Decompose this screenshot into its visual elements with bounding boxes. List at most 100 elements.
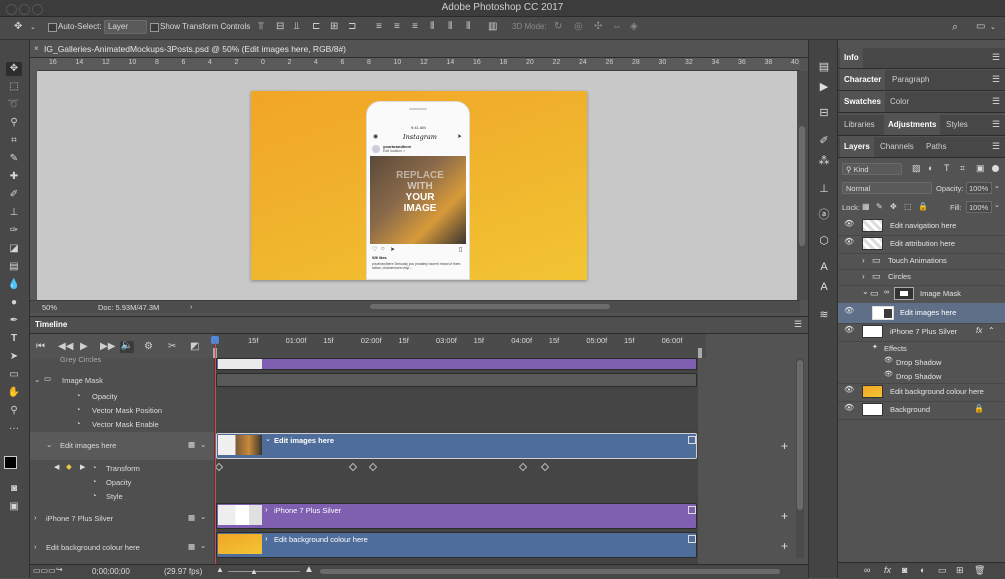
play-icon[interactable]: ▶: [80, 342, 88, 352]
chevron-down-icon[interactable]: ⌄: [200, 512, 206, 521]
tab-info[interactable]: Info: [840, 48, 863, 68]
keyframe-marker[interactable]: [214, 462, 224, 472]
panel-menu-icon[interactable]: ☰: [992, 96, 1000, 107]
zoom-out-mountain-icon[interactable]: ▲: [216, 565, 224, 574]
frame-animation-icon[interactable]: ▭▭▭: [33, 566, 56, 575]
chevron-down-icon[interactable]: ⌄: [994, 201, 1000, 209]
zoom-tool-icon[interactable]: ⚲: [6, 404, 22, 418]
stopwatch-icon[interactable]: ◔: [92, 477, 97, 486]
rectangle-tool-icon[interactable]: ▭: [6, 368, 22, 382]
eraser-tool-icon[interactable]: ◪: [6, 242, 22, 256]
add-media-edit-images-button[interactable]: +: [781, 439, 788, 453]
3d-scale-icon[interactable]: ◈: [630, 22, 638, 32]
chevron-down-icon[interactable]: ⌄: [200, 541, 206, 550]
align-hcenter-icon[interactable]: ⊞: [330, 22, 338, 32]
workspace-icon[interactable]: ▭: [976, 22, 985, 32]
keyframe-marker[interactable]: [518, 462, 528, 472]
prop-vector-mask-position[interactable]: ◔ Vector Mask Position: [30, 403, 214, 417]
marquee-tool-icon[interactable]: ⬚: [6, 80, 22, 94]
keyframe-marker[interactable]: [368, 462, 378, 472]
zoom-level[interactable]: 50%: [42, 303, 57, 312]
screen-mode-icon[interactable]: ▣: [6, 500, 22, 514]
track-grey-circles[interactable]: Grey Circles: [30, 355, 214, 365]
healing-brush-tool-icon[interactable]: ✚: [6, 170, 22, 184]
filter-smart-object-icon[interactable]: ▣: [976, 163, 985, 174]
chevron-down-icon[interactable]: ⌄: [46, 440, 52, 449]
3d-roll-icon[interactable]: ◎: [574, 22, 583, 32]
tab-styles[interactable]: Styles: [946, 120, 968, 129]
clone-stamp-tool-icon[interactable]: ⊥: [6, 206, 22, 220]
layer-drop-shadow-1[interactable]: 👁 Drop Shadow: [838, 355, 1005, 369]
align-vcenter-icon[interactable]: ⊟: [276, 22, 284, 32]
tab-layers[interactable]: Layers: [840, 137, 874, 157]
zoom-in-mountain-icon[interactable]: ▲: [304, 564, 314, 575]
distribute-hcenter-icon[interactable]: ⦀: [448, 22, 452, 32]
film-icon[interactable]: ▦: [188, 513, 195, 522]
timeline-title[interactable]: Timeline: [35, 320, 67, 329]
timeline-horizontal-scrollbar[interactable]: [320, 569, 780, 574]
visibility-eye-icon[interactable]: 👁: [844, 385, 854, 394]
work-area-end[interactable]: [698, 348, 702, 358]
3d-rotate-icon[interactable]: ↻: [554, 22, 562, 32]
brush-settings-icon[interactable]: ✐: [817, 134, 831, 148]
distribute-right-icon[interactable]: ⦀: [466, 22, 470, 32]
prop-vector-mask-enable[interactable]: ◔ Vector Mask Enable: [30, 417, 214, 431]
prop-lane[interactable]: [216, 389, 697, 430]
canvas-horizontal-scrollbar[interactable]: [370, 304, 610, 309]
chevron-right-icon[interactable]: ›: [34, 542, 37, 551]
chevron-down-icon[interactable]: ⌄: [30, 23, 36, 33]
track-edit-background-colour-here[interactable]: › Edit background colour here ▦ ⌄: [30, 533, 214, 561]
chevron-down-icon[interactable]: ⌄: [994, 182, 1000, 190]
visibility-eye-icon[interactable]: 👁: [884, 356, 893, 364]
clip-iphone-7-plus-silver[interactable]: iPhone 7 Plus Silver ›: [216, 503, 697, 529]
tab-channels[interactable]: Channels: [880, 142, 914, 151]
visibility-eye-icon[interactable]: 👁: [844, 325, 854, 334]
layer-group-image-mask[interactable]: ⌄ ▭ ∞ Image Mask: [838, 285, 1005, 304]
quick-mask-icon[interactable]: ◙: [6, 482, 22, 496]
fx-icon[interactable]: fx: [976, 326, 982, 335]
filter-pixel-icon[interactable]: ▨: [912, 163, 921, 174]
prop-opacity[interactable]: ◔ Opacity: [30, 475, 214, 489]
scroll-thumb[interactable]: [797, 360, 803, 510]
transition-icon[interactable]: ◩: [190, 342, 199, 352]
panel-menu-icon[interactable]: ☰: [992, 52, 1000, 63]
hand-tool-icon[interactable]: ✋: [6, 386, 22, 400]
properties-icon[interactable]: ⊟: [817, 106, 831, 120]
lock-artboard-icon[interactable]: ⬚: [904, 202, 912, 211]
doc-size[interactable]: Doc: 5.93M/47.3M: [98, 303, 159, 312]
render-video-icon[interactable]: ↪: [56, 565, 63, 574]
keyframe-diamond-icon[interactable]: ◆: [66, 462, 72, 471]
transform-keyframe-lane[interactable]: [214, 460, 697, 503]
playhead-line[interactable]: [215, 342, 216, 564]
glyphs-icon[interactable]: ⓐ: [817, 208, 831, 222]
canvas-vertical-scrollbar[interactable]: [797, 71, 808, 300]
chevron-down-icon[interactable]: ⌄: [34, 375, 40, 384]
distribute-vcenter-icon[interactable]: ≡: [394, 22, 400, 32]
tab-character[interactable]: Character: [840, 70, 886, 90]
blend-mode-dropdown[interactable]: Normal: [842, 182, 932, 194]
zoom-slider-thumb[interactable]: ▲: [250, 567, 258, 576]
auto-select-dropdown[interactable]: Layer: [104, 20, 147, 34]
film-icon[interactable]: ▦: [188, 440, 195, 449]
previous-frame-icon[interactable]: ◀◀: [58, 342, 73, 352]
film-icon[interactable]: ▦: [188, 542, 195, 551]
stopwatch-icon[interactable]: ◔: [76, 391, 81, 400]
chevron-right-icon[interactable]: ›: [34, 513, 37, 522]
clip-grey-circles[interactable]: [216, 358, 697, 370]
path-select-tool-icon[interactable]: ➤: [6, 350, 22, 364]
track-iphone-7-plus-silver[interactable]: › iPhone 7 Plus Silver ▦ ⌄: [30, 504, 214, 532]
character-styles-icon[interactable]: A: [817, 260, 831, 274]
layer-iphone-7-plus-silver[interactable]: 👁 iPhone 7 Plus Silver fx ⌃: [838, 323, 1005, 342]
lock-position-icon[interactable]: ✥: [890, 202, 897, 211]
audio-icon[interactable]: 🔈: [120, 341, 134, 353]
scroll-thumb[interactable]: [799, 126, 805, 246]
brushes-icon[interactable]: ⁂: [817, 154, 831, 168]
close-icon[interactable]: ×: [34, 44, 39, 54]
artboard[interactable]: 9:41 AM Instagram ◉ ➤ yourbrandhere Edit…: [251, 91, 587, 280]
3d-slide-icon[interactable]: ⇔: [612, 22, 622, 32]
tab-paragraph[interactable]: Paragraph: [892, 75, 929, 84]
layer-edit-navigation-here[interactable]: 👁 Edit navigation here: [838, 217, 1005, 236]
stopwatch-icon[interactable]: ◔: [92, 463, 97, 472]
align-top-icon[interactable]: ⫪: [258, 22, 264, 32]
lasso-tool-icon[interactable]: ➰: [6, 98, 22, 112]
